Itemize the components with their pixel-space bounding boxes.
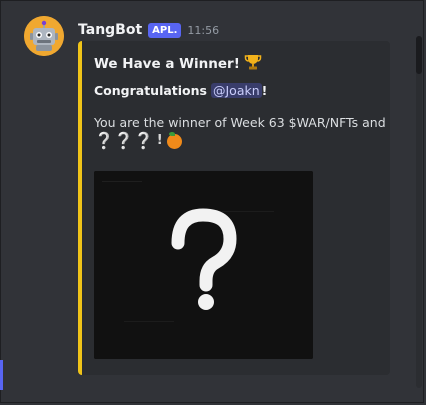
tangerine-icon [166, 131, 182, 149]
embed-title-text: We Have a Winner! [94, 56, 240, 72]
embed: We Have a Winner! Congratulations @Joakn… [78, 41, 390, 375]
trailing-exclamation: ! [156, 133, 163, 148]
robot-avatar-icon[interactable] [24, 16, 64, 56]
question-mark-icon [94, 171, 313, 359]
congrats-suffix: ! [261, 83, 268, 98]
congrats-line: Congratulations @Joakn! [94, 83, 380, 99]
embed-title: We Have a Winner! [94, 53, 262, 75]
trophy-icon [244, 53, 262, 75]
timestamp[interactable]: 11:56 [187, 24, 219, 37]
user-mention[interactable]: @Joakn [210, 83, 262, 98]
embed-description: Congratulations @Joakn! You are the winn… [94, 83, 386, 150]
scrollbar-thumb[interactable] [416, 36, 422, 74]
app-tag: APL. [148, 22, 182, 38]
unread-indicator [0, 360, 3, 390]
winner-text: You are the winner of Week 63 $WAR/NFTs … [94, 115, 386, 130]
congrats-label: Congratulations [94, 83, 207, 98]
question-marks: ❔❔❔ [94, 131, 154, 150]
scrollbar[interactable] [416, 36, 422, 388]
embed-image[interactable] [94, 171, 313, 359]
prize-line: ❔❔❔ ! [94, 131, 380, 150]
username[interactable]: TangBot [78, 22, 142, 38]
message-header: TangBot APL. 11:56 [78, 20, 219, 40]
